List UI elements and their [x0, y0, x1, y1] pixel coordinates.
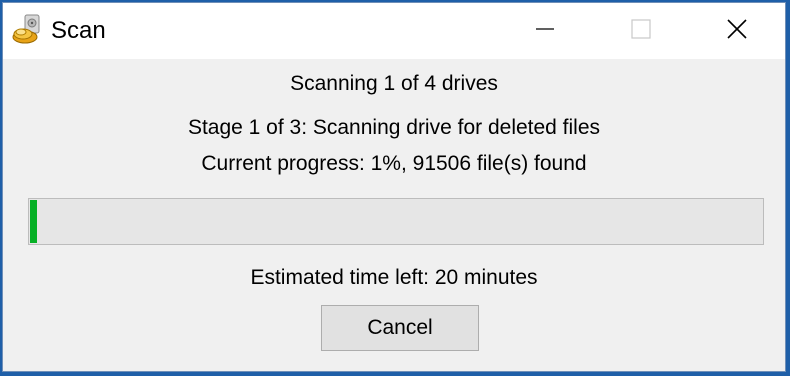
- title-bar[interactable]: Scan: [3, 3, 785, 59]
- close-button[interactable]: [689, 3, 785, 59]
- scan-dialog: Scan Scanning 1 of 4 drives Stage 1 of 3…: [2, 2, 786, 372]
- dialog-content: Scanning 1 of 4 drives Stage 1 of 3: Sca…: [3, 59, 785, 371]
- scan-drive-icon: [11, 13, 45, 47]
- window-title: Scan: [51, 17, 106, 44]
- maximize-icon: [630, 18, 652, 45]
- stage-status-text: Stage 1 of 3: Scanning drive for deleted…: [187, 116, 601, 139]
- scan-progress-fill: [30, 200, 37, 243]
- minimize-button[interactable]: [497, 3, 593, 59]
- maximize-button[interactable]: [593, 3, 689, 59]
- minimize-icon: [534, 18, 556, 45]
- eta-text: Estimated time left: 20 minutes: [250, 266, 538, 289]
- drives-status-text: Scanning 1 of 4 drives: [290, 72, 498, 95]
- close-icon: [726, 18, 748, 45]
- progress-status-text: Current progress: 1%, 91506 file(s) foun…: [201, 152, 587, 175]
- cancel-button[interactable]: Cancel: [321, 305, 479, 351]
- scan-progress-bar: [28, 198, 764, 245]
